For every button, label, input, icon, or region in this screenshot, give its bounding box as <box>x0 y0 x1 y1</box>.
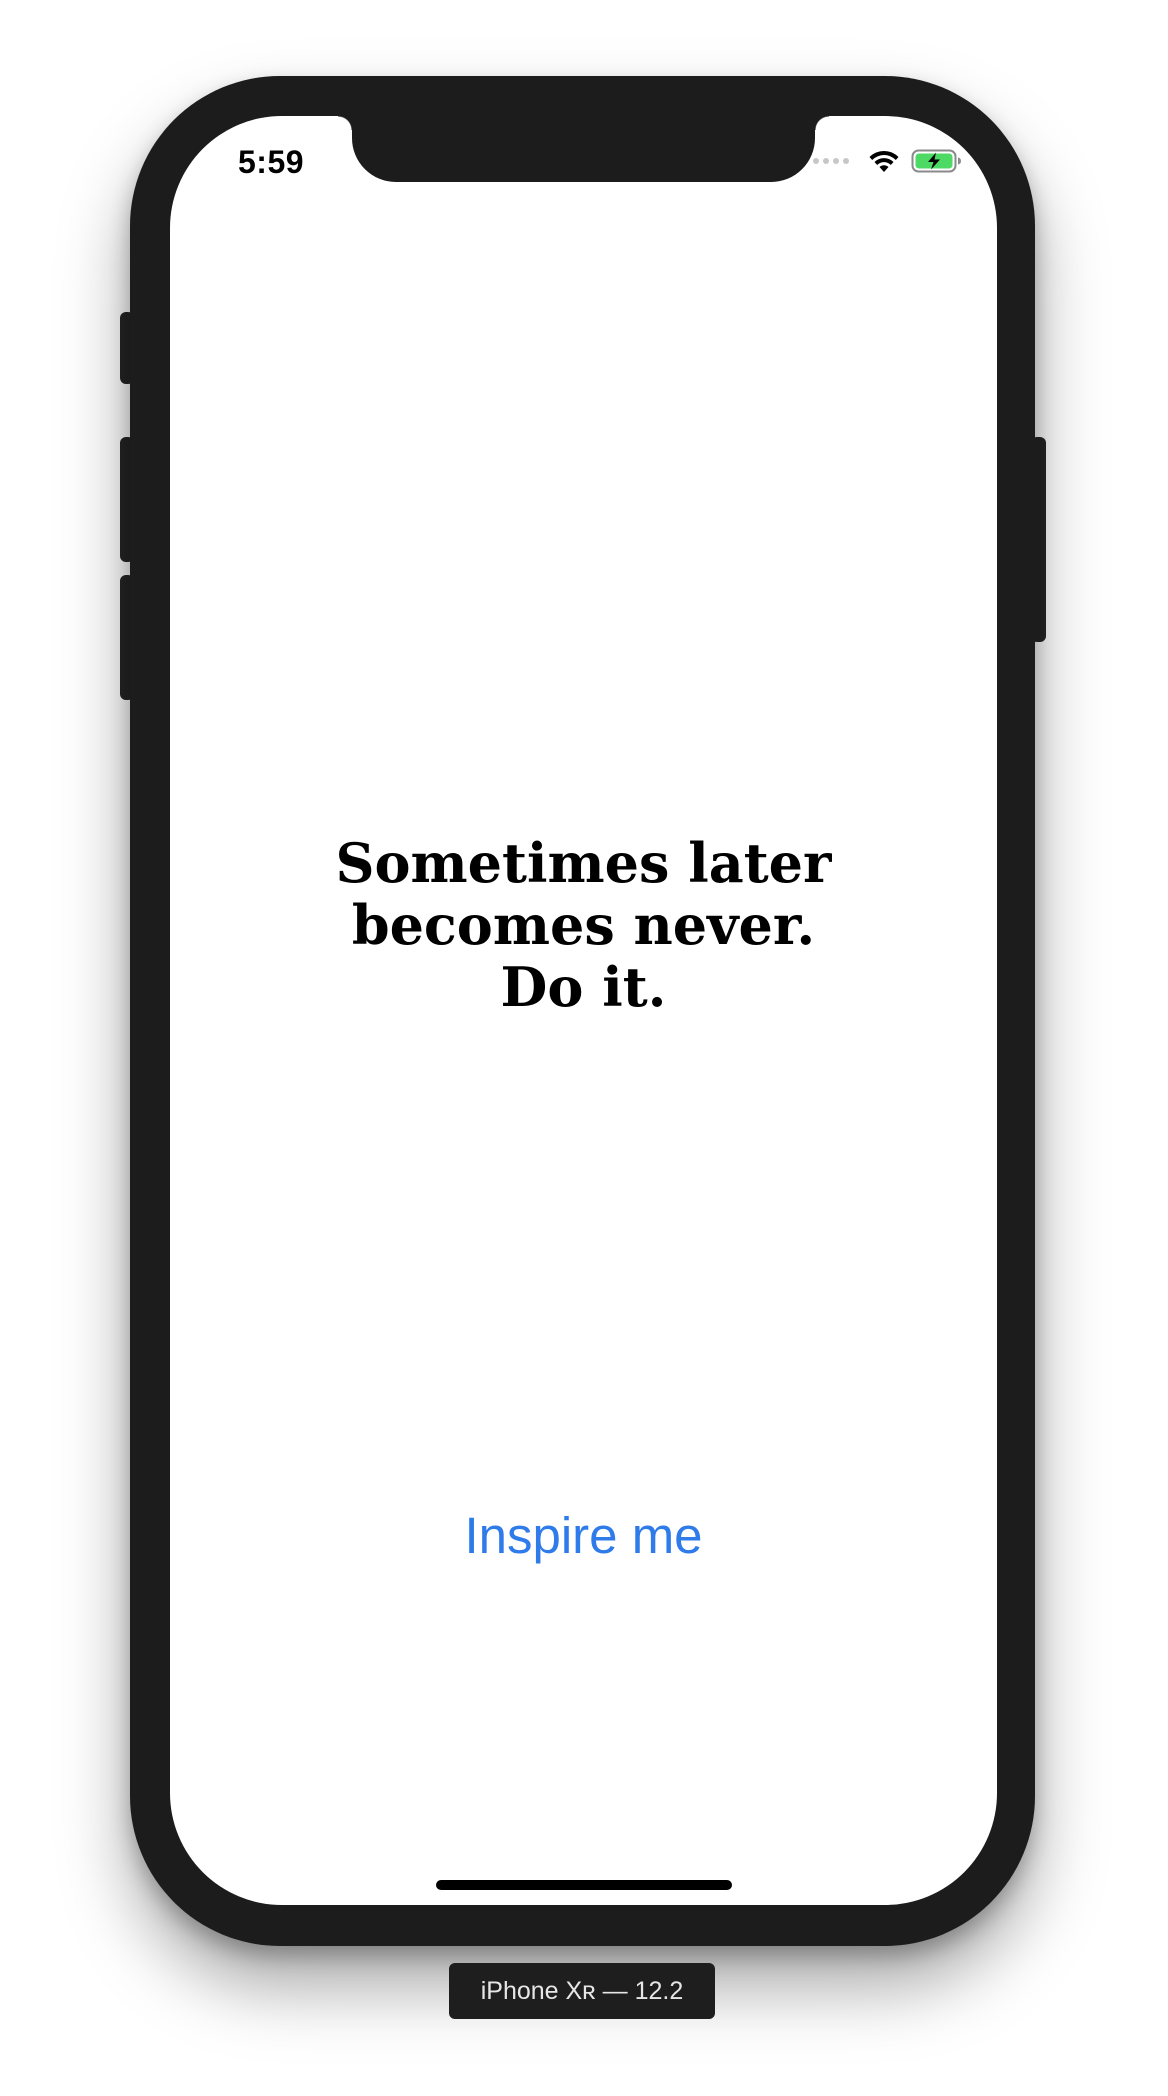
simulator-device-label: iPhone Xʀ — 12.2 <box>449 1963 715 2019</box>
status-time: 5:59 <box>238 144 305 180</box>
quote-line: Do it. <box>500 955 667 1019</box>
signal-dots-icon <box>813 158 849 164</box>
battery-charging-icon <box>911 149 961 173</box>
quote-line: becomes never. <box>351 893 816 957</box>
status-icons <box>813 148 963 174</box>
notch <box>338 116 829 182</box>
wifi-icon <box>869 150 899 172</box>
home-indicator[interactable] <box>436 1880 732 1890</box>
inspire-me-button[interactable]: Inspire me <box>170 1506 997 1565</box>
device-screen: 5:59 Sometimes later becomes never. Do i… <box>170 116 997 1905</box>
quote-text: Sometimes later becomes never. Do it. <box>170 832 997 1018</box>
quote-line: Sometimes later <box>335 831 832 895</box>
